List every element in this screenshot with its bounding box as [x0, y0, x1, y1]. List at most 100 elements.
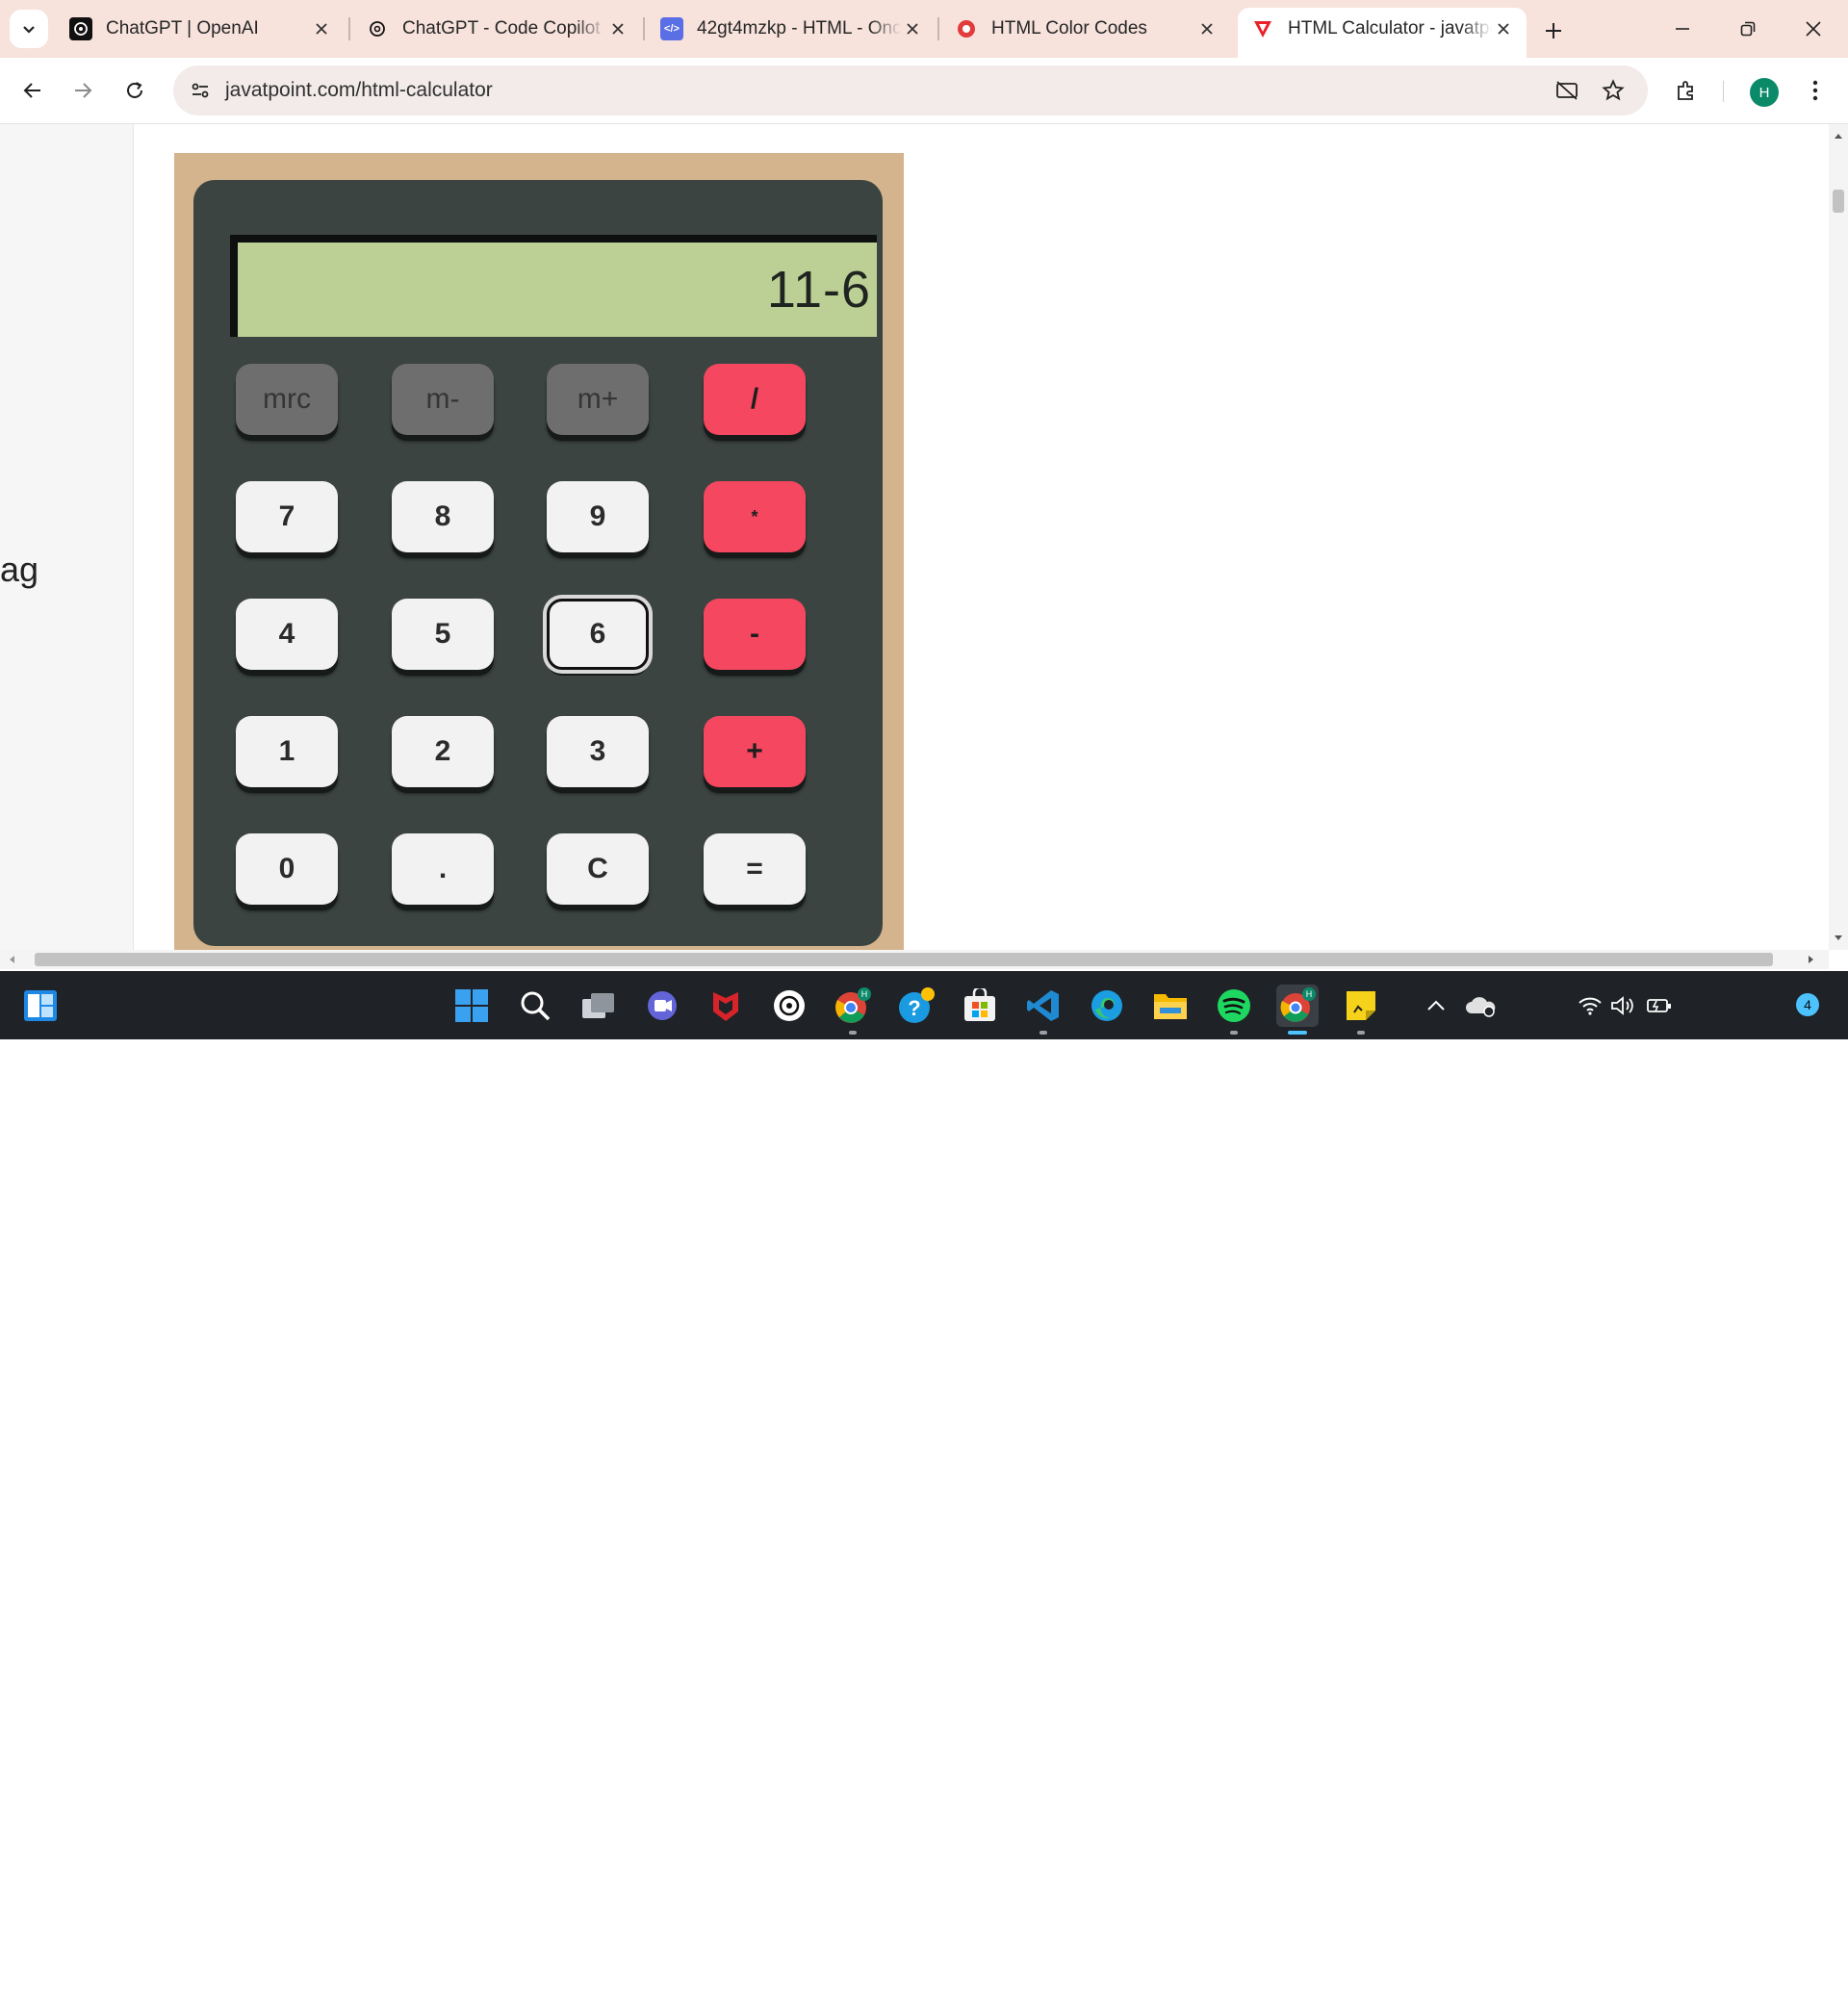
- avatar[interactable]: H: [1750, 78, 1779, 107]
- key-mrc[interactable]: mrc: [236, 364, 338, 435]
- browser-toolbar: javatpoint.com/html-calculator H: [0, 58, 1848, 124]
- key-clear[interactable]: C: [547, 833, 649, 905]
- svg-text:?: ?: [908, 996, 920, 1020]
- taskbar: H ? H ENG IN 21:35 20-06-2024: [0, 971, 1848, 1994]
- tab-title: HTML Color Codes: [991, 18, 1147, 38]
- new-tab-button[interactable]: [1536, 13, 1571, 48]
- key-add[interactable]: +: [704, 716, 806, 787]
- arrow-left-icon: [23, 83, 40, 98]
- vertical-scroll-thumb[interactable]: [1833, 190, 1844, 213]
- kebab-menu-icon: [1812, 80, 1818, 101]
- openai-app-icon[interactable]: [768, 985, 810, 1027]
- scroll-left-icon[interactable]: [2, 950, 21, 969]
- reload-button[interactable]: [116, 71, 154, 110]
- key-1[interactable]: 1: [236, 716, 338, 787]
- vertical-scrollbar[interactable]: [1829, 124, 1848, 950]
- close-icon[interactable]: [901, 17, 924, 40]
- tab-separator: [643, 17, 645, 40]
- language-indicator[interactable]: ENG IN: [1511, 1954, 1565, 1996]
- key-m-plus[interactable]: m+: [547, 364, 649, 435]
- edge-icon[interactable]: [1086, 985, 1128, 1027]
- clock[interactable]: 21:35 20-06-2024: [1690, 1954, 1786, 1996]
- help-icon[interactable]: ?: [895, 985, 937, 1027]
- vscode-icon[interactable]: [1022, 985, 1065, 1035]
- scroll-right-icon[interactable]: [1802, 950, 1821, 969]
- tab-search-button[interactable]: [10, 10, 48, 48]
- clock-time: 21:35: [1745, 1955, 1786, 1973]
- tab-chatgpt-openai[interactable]: ChatGPT | OpenAI: [56, 8, 345, 50]
- key-decimal[interactable]: .: [392, 833, 494, 905]
- active-indicator: [1288, 1031, 1307, 1035]
- forward-button[interactable]: [64, 71, 102, 110]
- chevron-up-icon[interactable]: [1415, 985, 1457, 1027]
- key-7[interactable]: 7: [236, 481, 338, 552]
- arrow-right-icon: [75, 83, 92, 98]
- key-8[interactable]: 8: [392, 481, 494, 552]
- running-indicator: [1230, 1031, 1238, 1035]
- back-button[interactable]: [13, 71, 52, 110]
- horizontal-scrollbar[interactable]: [0, 950, 1829, 969]
- scroll-up-icon[interactable]: [1829, 126, 1848, 145]
- key-6[interactable]: 6: [547, 599, 649, 670]
- key-5[interactable]: 5: [392, 599, 494, 670]
- key-3[interactable]: 3: [547, 716, 649, 787]
- eye-off-icon[interactable]: [1552, 75, 1582, 106]
- close-icon[interactable]: [606, 17, 629, 40]
- key-4[interactable]: 4: [236, 599, 338, 670]
- close-window-button[interactable]: [1784, 8, 1842, 50]
- minimize-icon: [1676, 28, 1689, 30]
- spotify-icon[interactable]: [1213, 985, 1255, 1035]
- star-icon[interactable]: [1598, 75, 1629, 106]
- key-multiply[interactable]: *: [704, 481, 806, 552]
- key-m-minus[interactable]: m-: [392, 364, 494, 435]
- running-indicator: [1040, 1031, 1047, 1035]
- sticky-notes-icon[interactable]: [1340, 985, 1382, 1035]
- javatpoint-icon: [1251, 17, 1274, 40]
- menu-button[interactable]: [1796, 71, 1835, 110]
- tab-separator: [937, 17, 939, 40]
- tab-chatgpt-code-copilot[interactable]: ChatGPT - Code Copilot: [352, 8, 641, 50]
- onedrive-icon[interactable]: [1459, 985, 1502, 1027]
- microsoft-store-icon[interactable]: [959, 985, 1001, 1027]
- teams-icon[interactable]: [641, 985, 683, 1027]
- widgets-icon[interactable]: [19, 985, 62, 1027]
- mcafee-icon[interactable]: [705, 985, 747, 1027]
- calculator-display: 11-6: [230, 235, 877, 337]
- close-icon[interactable]: [1195, 17, 1219, 40]
- chrome-active-icon[interactable]: H: [1276, 985, 1319, 1035]
- tab-html-calculator[interactable]: HTML Calculator - javatpo: [1238, 8, 1527, 58]
- key-9[interactable]: 9: [547, 481, 649, 552]
- file-explorer-icon[interactable]: [1149, 985, 1192, 1027]
- close-icon[interactable]: [1492, 17, 1515, 40]
- site-info-icon[interactable]: [185, 75, 216, 106]
- openai-icon: [366, 17, 389, 40]
- minimize-button[interactable]: [1654, 8, 1711, 50]
- restore-button[interactable]: [1719, 8, 1777, 50]
- key-subtract[interactable]: -: [704, 599, 806, 670]
- key-equals[interactable]: =: [704, 833, 806, 905]
- key-0[interactable]: 0: [236, 833, 338, 905]
- language-code: ENG: [1520, 1955, 1556, 1973]
- notification-badge[interactable]: 4: [1796, 993, 1819, 1016]
- close-icon: [1806, 21, 1821, 37]
- scroll-down-icon[interactable]: [1829, 929, 1848, 948]
- start-icon[interactable]: [450, 985, 493, 1027]
- address-bar[interactable]: javatpoint.com/html-calculator: [173, 65, 1648, 115]
- task-view-icon[interactable]: [578, 985, 620, 1027]
- url-text[interactable]: javatpoint.com/html-calculator: [225, 79, 493, 102]
- close-icon[interactable]: [310, 17, 333, 40]
- battery-icon[interactable]: [1638, 985, 1681, 1027]
- tab-html-color-codes[interactable]: HTML Color Codes: [941, 8, 1230, 50]
- svg-text:H: H: [1306, 989, 1313, 999]
- horizontal-scroll-thumb[interactable]: [35, 953, 1773, 966]
- key-2[interactable]: 2: [392, 716, 494, 787]
- search-icon[interactable]: [514, 985, 556, 1027]
- chrome-profile-icon[interactable]: H: [832, 985, 874, 1035]
- region-code: IN: [1529, 1976, 1547, 1994]
- display-value: 11-6: [766, 261, 871, 319]
- partial-text: ag: [0, 550, 39, 589]
- tab-onecompiler[interactable]: </> 42gt4mzkp - HTML - Onc: [647, 8, 936, 50]
- reload-icon: [127, 82, 142, 98]
- key-divide[interactable]: /: [704, 364, 806, 435]
- extensions-button[interactable]: [1667, 71, 1706, 110]
